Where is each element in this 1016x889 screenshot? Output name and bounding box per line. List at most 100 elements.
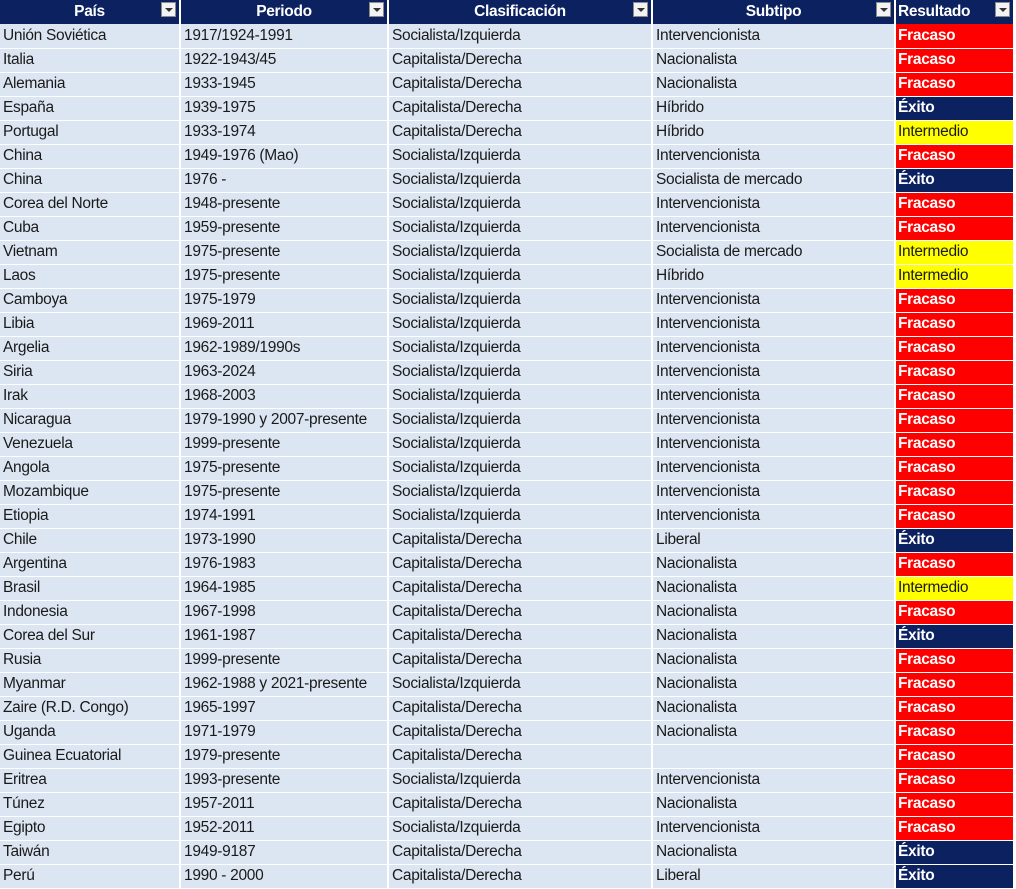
cell-resultado[interactable]: Éxito: [895, 96, 1015, 121]
cell-periodo[interactable]: 1975-1979: [180, 288, 389, 313]
cell-subtipo[interactable]: Híbrido: [652, 120, 896, 145]
cell-resultado[interactable]: Fracaso: [895, 648, 1015, 673]
cell-clasificacion[interactable]: Capitalista/Derecha: [388, 72, 653, 97]
cell-resultado[interactable]: Fracaso: [895, 216, 1015, 241]
cell-subtipo[interactable]: Nacionalista: [652, 792, 896, 817]
cell-clasificacion[interactable]: Socialista/Izquierda: [388, 216, 653, 241]
cell-periodo[interactable]: 1993-presente: [180, 768, 389, 793]
cell-subtipo[interactable]: Híbrido: [652, 96, 896, 121]
cell-subtipo[interactable]: [652, 744, 896, 769]
cell-resultado[interactable]: Fracaso: [895, 144, 1015, 169]
cell-clasificacion[interactable]: Capitalista/Derecha: [388, 528, 653, 553]
cell-resultado[interactable]: Fracaso: [895, 456, 1015, 481]
cell-clasificacion[interactable]: Socialista/Izquierda: [388, 336, 653, 361]
filter-dropdown-icon[interactable]: [161, 2, 176, 17]
cell-subtipo[interactable]: Nacionalista: [652, 840, 896, 865]
cell-periodo[interactable]: 1969-2011: [180, 312, 389, 337]
cell-periodo[interactable]: 1939-1975: [180, 96, 389, 121]
cell-periodo[interactable]: 1968-2003: [180, 384, 389, 409]
cell-pais[interactable]: Perú: [0, 864, 181, 889]
cell-resultado[interactable]: Fracaso: [895, 384, 1015, 409]
cell-resultado[interactable]: Éxito: [895, 528, 1015, 553]
cell-resultado[interactable]: Fracaso: [895, 792, 1015, 817]
cell-subtipo[interactable]: Liberal: [652, 864, 896, 889]
cell-periodo[interactable]: 1948-presente: [180, 192, 389, 217]
cell-periodo[interactable]: 1975-presente: [180, 480, 389, 505]
cell-subtipo[interactable]: Nacionalista: [652, 576, 896, 601]
cell-periodo[interactable]: 1949-9187: [180, 840, 389, 865]
cell-pais[interactable]: Unión Soviética: [0, 24, 181, 49]
cell-pais[interactable]: Rusia: [0, 648, 181, 673]
cell-periodo[interactable]: 1990 - 2000: [180, 864, 389, 889]
cell-clasificacion[interactable]: Socialista/Izquierda: [388, 168, 653, 193]
cell-clasificacion[interactable]: Capitalista/Derecha: [388, 696, 653, 721]
cell-pais[interactable]: Cuba: [0, 216, 181, 241]
cell-periodo[interactable]: 1974-1991: [180, 504, 389, 529]
cell-subtipo[interactable]: Nacionalista: [652, 720, 896, 745]
cell-resultado[interactable]: Fracaso: [895, 816, 1015, 841]
cell-clasificacion[interactable]: Capitalista/Derecha: [388, 840, 653, 865]
cell-pais[interactable]: Uganda: [0, 720, 181, 745]
cell-resultado[interactable]: Fracaso: [895, 504, 1015, 529]
cell-periodo[interactable]: 1979-presente: [180, 744, 389, 769]
cell-pais[interactable]: Venezuela: [0, 432, 181, 457]
cell-clasificacion[interactable]: Capitalista/Derecha: [388, 720, 653, 745]
cell-clasificacion[interactable]: Capitalista/Derecha: [388, 864, 653, 889]
cell-pais[interactable]: Chile: [0, 528, 181, 553]
cell-periodo[interactable]: 1961-1987: [180, 624, 389, 649]
cell-subtipo[interactable]: Socialista de mercado: [652, 240, 896, 265]
cell-clasificacion[interactable]: Socialista/Izquierda: [388, 480, 653, 505]
cell-resultado[interactable]: Fracaso: [895, 480, 1015, 505]
cell-subtipo[interactable]: Intervencionista: [652, 24, 896, 49]
cell-pais[interactable]: Nicaragua: [0, 408, 181, 433]
cell-subtipo[interactable]: Nacionalista: [652, 552, 896, 577]
cell-subtipo[interactable]: Nacionalista: [652, 624, 896, 649]
filter-dropdown-icon[interactable]: [633, 2, 648, 17]
cell-periodo[interactable]: 1976-1983: [180, 552, 389, 577]
cell-clasificacion[interactable]: Capitalista/Derecha: [388, 552, 653, 577]
cell-resultado[interactable]: Fracaso: [895, 24, 1015, 49]
cell-pais[interactable]: Corea del Sur: [0, 624, 181, 649]
cell-resultado[interactable]: Éxito: [895, 840, 1015, 865]
cell-periodo[interactable]: 1965-1997: [180, 696, 389, 721]
cell-pais[interactable]: Vietnam: [0, 240, 181, 265]
cell-periodo[interactable]: 1999-presente: [180, 432, 389, 457]
cell-clasificacion[interactable]: Capitalista/Derecha: [388, 600, 653, 625]
cell-pais[interactable]: Etiopia: [0, 504, 181, 529]
cell-periodo[interactable]: 1975-presente: [180, 456, 389, 481]
cell-periodo[interactable]: 1973-1990: [180, 528, 389, 553]
cell-resultado[interactable]: Fracaso: [895, 72, 1015, 97]
cell-pais[interactable]: Angola: [0, 456, 181, 481]
cell-periodo[interactable]: 1957-2011: [180, 792, 389, 817]
cell-clasificacion[interactable]: Socialista/Izquierda: [388, 144, 653, 169]
cell-pais[interactable]: Taiwán: [0, 840, 181, 865]
cell-subtipo[interactable]: Intervencionista: [652, 456, 896, 481]
cell-pais[interactable]: Irak: [0, 384, 181, 409]
cell-pais[interactable]: Egipto: [0, 816, 181, 841]
cell-clasificacion[interactable]: Capitalista/Derecha: [388, 624, 653, 649]
cell-pais[interactable]: Corea del Norte: [0, 192, 181, 217]
cell-periodo[interactable]: 1963-2024: [180, 360, 389, 385]
cell-periodo[interactable]: 1962-1988 y 2021-presente: [180, 672, 389, 697]
cell-resultado[interactable]: Fracaso: [895, 552, 1015, 577]
cell-clasificacion[interactable]: Socialista/Izquierda: [388, 816, 653, 841]
cell-clasificacion[interactable]: Socialista/Izquierda: [388, 192, 653, 217]
filter-dropdown-icon[interactable]: [876, 2, 891, 17]
cell-subtipo[interactable]: Intervencionista: [652, 432, 896, 457]
cell-pais[interactable]: Eritrea: [0, 768, 181, 793]
cell-resultado[interactable]: Fracaso: [895, 696, 1015, 721]
cell-clasificacion[interactable]: Capitalista/Derecha: [388, 48, 653, 73]
cell-pais[interactable]: Guinea Ecuatorial: [0, 744, 181, 769]
cell-subtipo[interactable]: Liberal: [652, 528, 896, 553]
cell-clasificacion[interactable]: Socialista/Izquierda: [388, 24, 653, 49]
cell-clasificacion[interactable]: Socialista/Izquierda: [388, 312, 653, 337]
cell-periodo[interactable]: 1967-1998: [180, 600, 389, 625]
cell-clasificacion[interactable]: Socialista/Izquierda: [388, 384, 653, 409]
cell-periodo[interactable]: 1962-1989/1990s: [180, 336, 389, 361]
cell-pais[interactable]: Túnez: [0, 792, 181, 817]
cell-pais[interactable]: Mozambique: [0, 480, 181, 505]
cell-clasificacion[interactable]: Capitalista/Derecha: [388, 96, 653, 121]
cell-clasificacion[interactable]: Capitalista/Derecha: [388, 648, 653, 673]
cell-subtipo[interactable]: Intervencionista: [652, 360, 896, 385]
cell-clasificacion[interactable]: Socialista/Izquierda: [388, 360, 653, 385]
